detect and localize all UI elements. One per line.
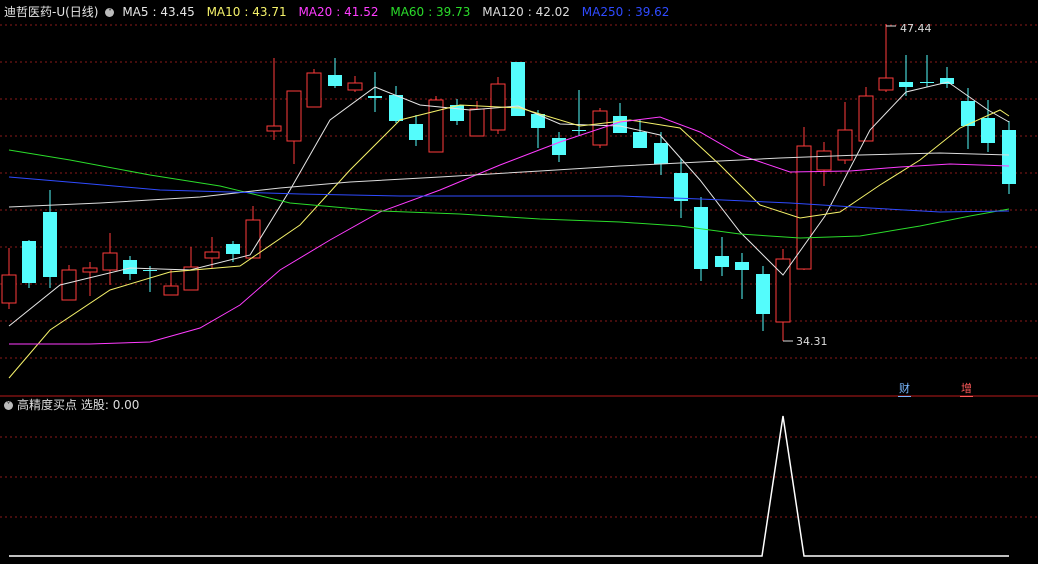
candle-body — [920, 82, 934, 83]
candle-body — [1, 274, 17, 304]
candle-body — [102, 252, 118, 271]
candle-body — [226, 244, 240, 254]
candle-body — [163, 285, 179, 296]
indicator-title: 高精度买点 — [17, 398, 78, 412]
indicator-legend: ˅ 高精度买点 选股: 0.00 — [4, 397, 139, 413]
candle-body — [204, 251, 220, 259]
indicator-stat: 选股: 0.00 — [80, 398, 140, 412]
ma10-line — [8, 104, 1010, 379]
candle-body — [715, 256, 729, 267]
candle-body — [674, 173, 688, 201]
candle-body — [816, 150, 832, 171]
candle-body — [469, 108, 485, 137]
candle-body — [613, 116, 627, 133]
indicator-line — [9, 415, 1009, 557]
candle-body — [735, 262, 749, 270]
candle-body — [796, 145, 812, 270]
candle-body — [43, 212, 57, 277]
candle-body — [899, 82, 913, 87]
candle-body — [123, 260, 137, 274]
candle-body — [1002, 130, 1016, 184]
finance-badge[interactable]: 财 — [898, 382, 911, 397]
high-marker-label: 47.44 — [900, 22, 932, 35]
candle-body — [389, 95, 403, 121]
candle-body — [286, 90, 302, 142]
candle-body — [409, 124, 423, 140]
candle-body — [756, 274, 770, 314]
candle-body — [694, 207, 708, 269]
chevron-down-icon[interactable]: ˅ — [4, 401, 13, 410]
candle-body — [266, 125, 282, 132]
ma250-line — [8, 176, 1010, 213]
increase-badge[interactable]: 增 — [960, 382, 973, 397]
candle-body — [347, 82, 363, 91]
candle-body — [22, 241, 36, 283]
candle-body — [858, 95, 874, 142]
candle-body — [245, 219, 261, 259]
candle-body — [368, 96, 382, 98]
candle-body — [61, 269, 77, 301]
candle-body — [878, 77, 894, 91]
candle-body — [654, 143, 668, 164]
ma60-line — [8, 149, 1010, 239]
candle-body — [306, 72, 322, 108]
price-chart[interactable]: 47.44 34.31 — [0, 0, 1038, 564]
candle-body — [981, 118, 995, 143]
low-marker-label: 34.31 — [796, 335, 828, 348]
candle-body — [572, 130, 586, 131]
candle-body — [428, 99, 444, 153]
candle-body — [328, 75, 342, 86]
candle-body — [592, 110, 608, 146]
candle-body — [531, 114, 545, 128]
candle-body — [82, 267, 98, 273]
candle-body — [143, 270, 157, 271]
candle-body — [633, 132, 647, 148]
